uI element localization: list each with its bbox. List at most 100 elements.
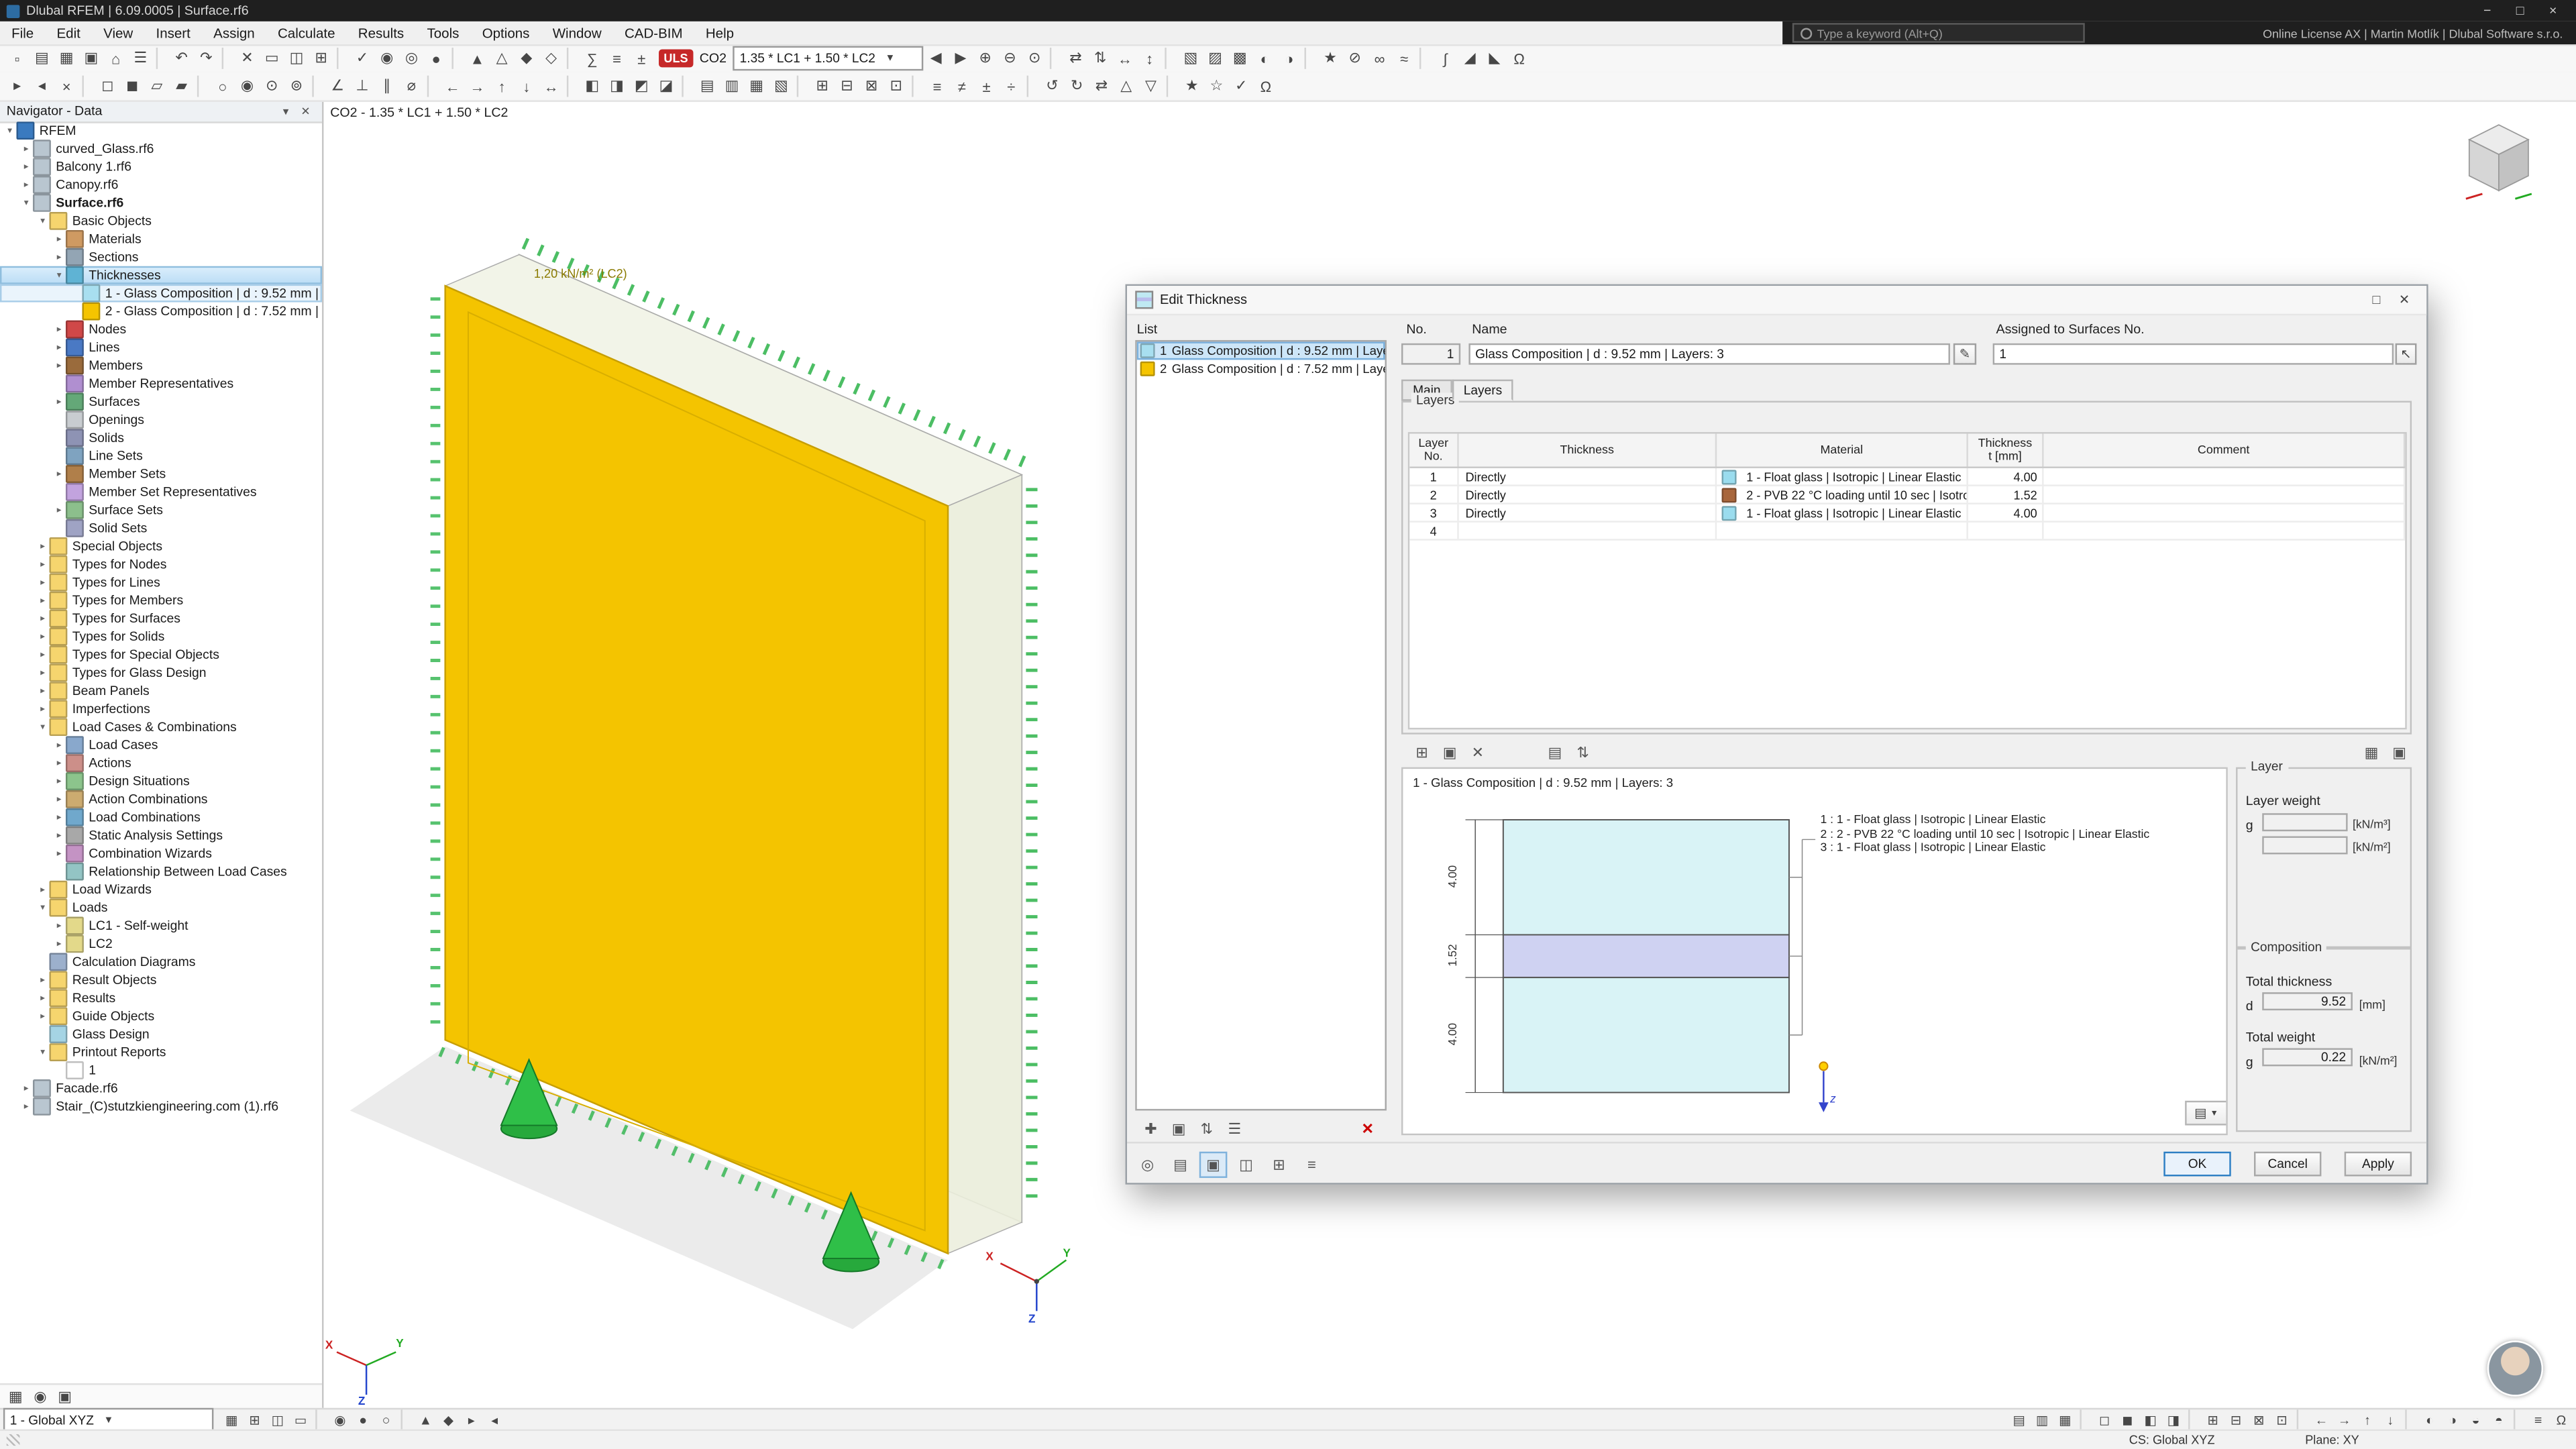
toolbar-icon[interactable]: ☰: [128, 46, 153, 71]
toolbar-icon[interactable]: ⊡: [884, 74, 909, 99]
menu-item[interactable]: Options: [471, 21, 541, 44]
toolbar-icon[interactable]: ▧: [1179, 46, 1203, 71]
toolbar-icon[interactable]: ◂: [30, 74, 54, 99]
toolbar-icon[interactable]: [312, 76, 322, 97]
navigator-footer-icon[interactable]: ▣: [52, 1385, 77, 1409]
table-row[interactable]: 3 Directly 1 - Float glass | Isotropic |…: [1409, 504, 2405, 523]
menu-item[interactable]: CAD-BIM: [613, 21, 694, 44]
toolbar-icon[interactable]: ≡: [604, 46, 629, 71]
toolbar-icon[interactable]: ✓: [1229, 74, 1254, 99]
toolbar-icon[interactable]: ±: [974, 74, 999, 99]
navigator-footer-icon[interactable]: ▦: [3, 1385, 28, 1409]
cell-material[interactable]: [1717, 523, 1968, 539]
tree-expander-icon[interactable]: ▾: [52, 270, 66, 280]
list-tool-icon[interactable]: ⇅: [1193, 1116, 1221, 1142]
toolbar-icon[interactable]: [197, 76, 207, 97]
toolbar-icon[interactable]: [451, 48, 462, 69]
tree-item[interactable]: ▸ Design Situations: [0, 772, 322, 790]
tree-item[interactable]: ▸ Materials: [0, 230, 322, 248]
toolbar-icon[interactable]: ⌀: [399, 74, 424, 99]
toolbar-icon[interactable]: ⊕: [973, 46, 998, 71]
snap-icon[interactable]: ▦: [220, 1410, 243, 1430]
toolbar-icon[interactable]: ●: [424, 46, 449, 71]
toolbar-icon[interactable]: ▧: [769, 74, 794, 99]
view-icon[interactable]: ▥: [2031, 1410, 2053, 1430]
tree-expander-icon[interactable]: ▸: [52, 812, 66, 822]
toolbar-icon[interactable]: △: [490, 46, 515, 71]
dialog-maximize-button[interactable]: □: [2363, 289, 2391, 311]
toolbar-icon[interactable]: ◼: [120, 74, 145, 99]
snap-icon[interactable]: ◂: [483, 1410, 506, 1430]
tree-expander-icon[interactable]: ▸: [52, 361, 66, 371]
view-icon[interactable]: ◨: [2162, 1410, 2185, 1430]
dialog-tab[interactable]: Layers: [1452, 380, 1514, 401]
tree-item[interactable]: ▸ Imperfections: [0, 700, 322, 718]
tree-expander-icon[interactable]: ▸: [36, 1011, 50, 1021]
toolbar-icon[interactable]: ↕: [1137, 46, 1162, 71]
toolbar-icon[interactable]: ◩: [629, 74, 654, 99]
tree-item[interactable]: ▸ Nodes: [0, 321, 322, 339]
cell-thickness-method[interactable]: [1459, 523, 1717, 539]
toolbar-icon[interactable]: ✓: [350, 46, 375, 71]
cell-thickness-value[interactable]: [1968, 523, 2044, 539]
tree-item[interactable]: Member Representatives: [0, 374, 322, 392]
tree-expander-icon[interactable]: ▸: [36, 668, 50, 678]
dialog-titlebar[interactable]: Edit Thickness □ ✕: [1127, 286, 2426, 315]
search-input[interactable]: Type a keyword (Alt+Q): [1792, 23, 2085, 42]
toolbar-icon[interactable]: ◑: [1277, 46, 1301, 71]
snap-icon[interactable]: [315, 1409, 325, 1431]
tree-item[interactable]: Relationship Between Load Cases: [0, 863, 322, 881]
tree-expander-icon[interactable]: ▸: [52, 252, 66, 262]
list-tool-icon[interactable]: ☰: [1221, 1116, 1249, 1142]
tree-item[interactable]: Solids: [0, 429, 322, 447]
toolbar-icon[interactable]: [797, 76, 807, 97]
toolbar-icon[interactable]: ◫: [284, 46, 309, 71]
cell-comment[interactable]: [2044, 504, 2406, 521]
toolbar-icon[interactable]: ×: [54, 74, 79, 99]
menu-item[interactable]: View: [92, 21, 144, 44]
toolbar-icon[interactable]: [567, 48, 577, 69]
tree-item[interactable]: ▸ Load Combinations: [0, 808, 322, 826]
snap-icon[interactable]: ⊞: [243, 1410, 266, 1430]
toolbar-icon[interactable]: ◎: [399, 46, 424, 71]
toolbar-icon[interactable]: ∫: [1433, 46, 1458, 71]
thickness-list-item[interactable]: 2 Glass Composition | d : 7.52 mm | Laye…: [1137, 360, 1385, 378]
toolbar-icon[interactable]: ⇄: [1089, 74, 1114, 99]
pick-surfaces-button[interactable]: ↖: [2396, 343, 2417, 365]
view-icon[interactable]: ↑: [2356, 1410, 2379, 1430]
tree-item[interactable]: ▸ Sections: [0, 248, 322, 266]
snap-icon[interactable]: ◫: [266, 1410, 289, 1430]
toolbar-icon[interactable]: ±: [629, 46, 654, 71]
toolbar-icon[interactable]: ↻: [1065, 74, 1089, 99]
tree-item[interactable]: ▸ Action Combinations: [0, 790, 322, 808]
tree-item[interactable]: ▾ Loads: [0, 899, 322, 917]
toolbar-icon[interactable]: ⊙: [1022, 46, 1047, 71]
apply-button[interactable]: Apply: [2345, 1152, 2412, 1177]
toolbar-icon[interactable]: [682, 76, 692, 97]
tree-item[interactable]: Member Set Representatives: [0, 483, 322, 501]
tree-item[interactable]: ▸ Types for Members: [0, 592, 322, 610]
tree-expander-icon[interactable]: ▸: [52, 921, 66, 931]
toolbar-icon[interactable]: ⊥: [350, 74, 375, 99]
toolbar-icon[interactable]: ◉: [374, 46, 399, 71]
toolbar-icon[interactable]: ⊘: [1342, 46, 1367, 71]
toolbar-icon[interactable]: ⊚: [284, 74, 309, 99]
tree-item[interactable]: ▸ Members: [0, 356, 322, 374]
menu-item[interactable]: Insert: [144, 21, 202, 44]
view-icon[interactable]: ≡: [2527, 1410, 2550, 1430]
cell-thickness-method[interactable]: Directly: [1459, 504, 1717, 521]
table-row[interactable]: 1 Directly 1 - Float glass | Isotropic |…: [1409, 468, 2405, 486]
tree-expander-icon[interactable]: ▸: [36, 596, 50, 606]
tree-expander-icon[interactable]: ▸: [52, 849, 66, 859]
snap-icon[interactable]: ▸: [460, 1410, 483, 1430]
cell-layer-no[interactable]: 3: [1409, 504, 1458, 521]
table-row[interactable]: 2 Directly 2 - PVB 22 °C loading until 1…: [1409, 486, 2405, 504]
toolbar-icon[interactable]: ↔: [539, 74, 564, 99]
tree-item[interactable]: ▸ Types for Lines: [0, 574, 322, 592]
table-tool-icon[interactable]: ▣: [2385, 739, 2414, 765]
view-icon[interactable]: ◧: [2139, 1410, 2162, 1430]
tree-item[interactable]: ▸ Types for Surfaces: [0, 610, 322, 628]
tree-expander-icon[interactable]: ▸: [52, 830, 66, 841]
tree-expander-icon[interactable]: ▸: [19, 1083, 33, 1093]
view-icon[interactable]: ◒: [2464, 1410, 2487, 1430]
